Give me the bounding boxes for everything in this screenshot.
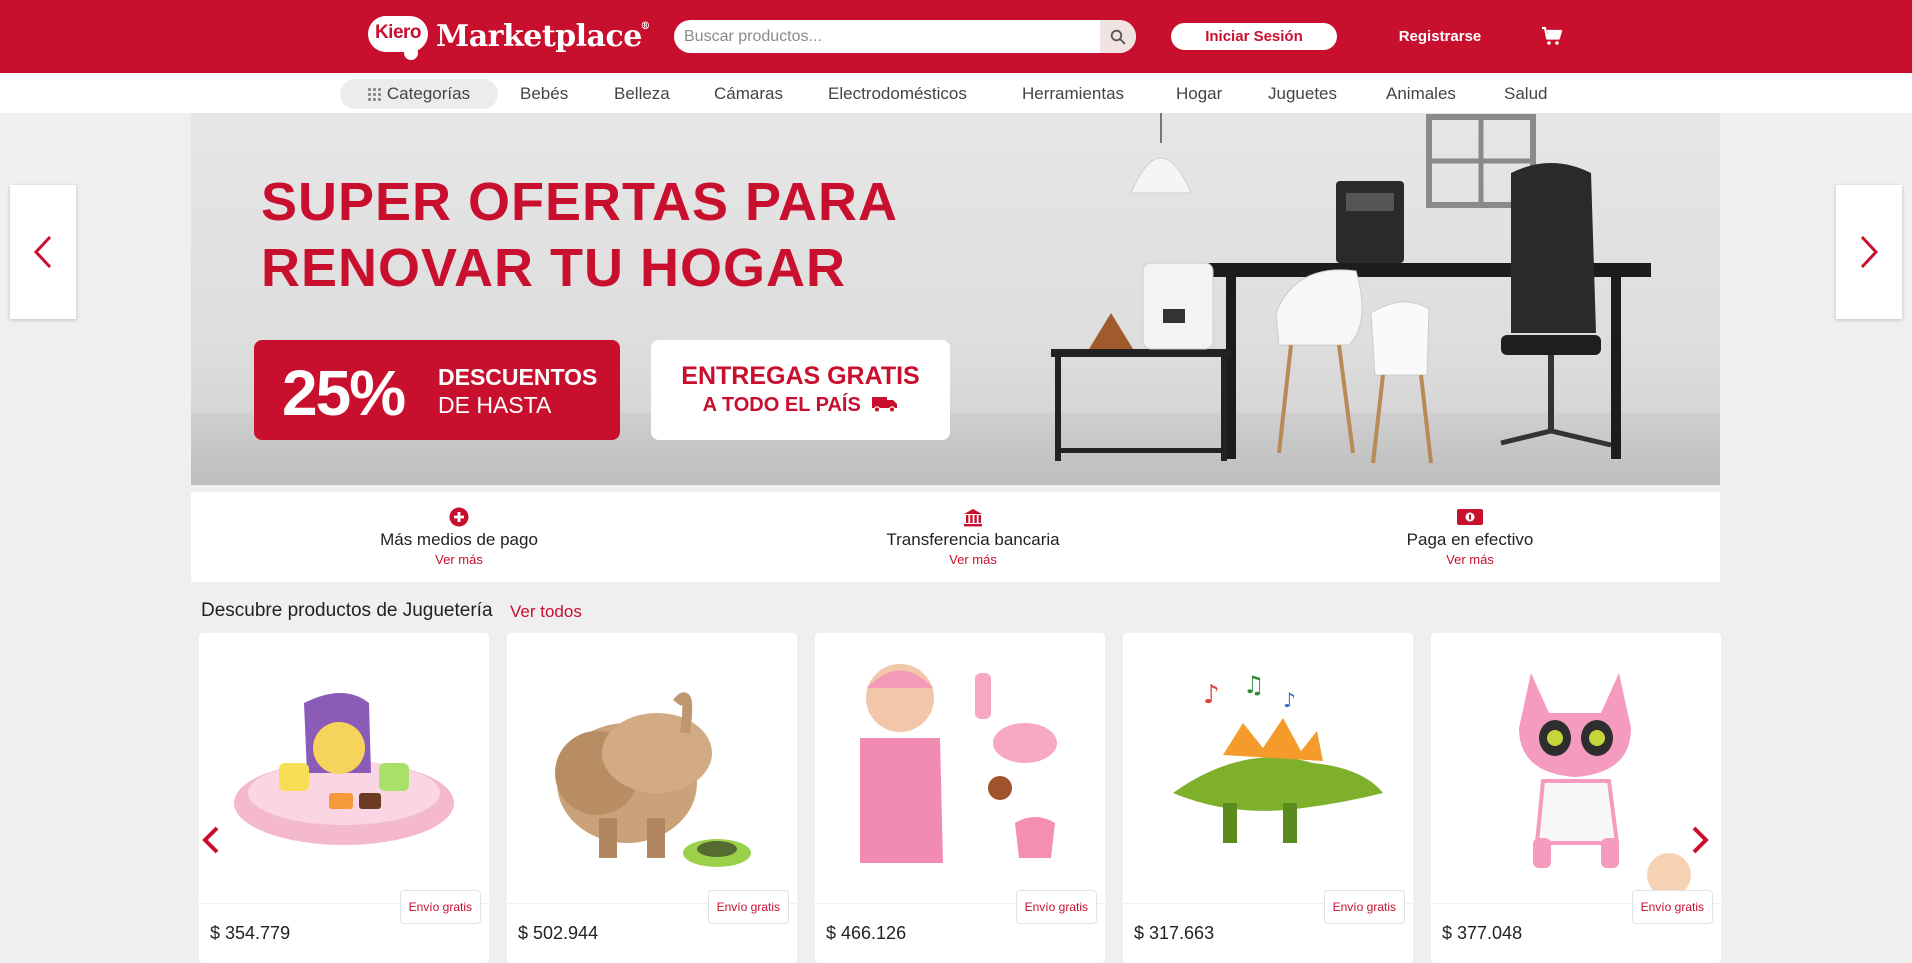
see-more-link[interactable]: Ver más [823, 552, 1123, 567]
product-image [234, 693, 454, 845]
chevron-right-icon [1860, 235, 1879, 269]
payment-options: Más medios de pago Ver más Transferencia… [191, 492, 1720, 582]
svg-text:♫: ♫ [1243, 671, 1265, 699]
product-card[interactable]: Envío gratis $ 377.048 [1431, 633, 1721, 963]
products-next-button[interactable] [1688, 822, 1712, 858]
product-image [555, 692, 751, 867]
bank-icon [964, 509, 982, 527]
discount-badge: 25% DESCUENTOS DE HASTA [254, 340, 620, 440]
nav-link-animales[interactable]: Animales [1386, 84, 1456, 104]
see-all-link[interactable]: Ver todos [510, 602, 582, 622]
cash-icon [1457, 509, 1483, 525]
kiero-marketplace-logo[interactable]: Kiero Marketplace ® [368, 12, 650, 60]
product-card[interactable]: Envío gratis $ 502.944 [507, 633, 797, 963]
category-nav: Categorías Bebés Belleza Cámaras Electro… [0, 73, 1912, 113]
product-card[interactable]: Envío gratis $ 466.126 [815, 633, 1105, 963]
svg-text:♪: ♪ [1203, 680, 1220, 710]
product-image [1519, 673, 1691, 897]
search-icon [1110, 29, 1126, 44]
product-price: $ 354.779 [210, 923, 291, 943]
see-more-link[interactable]: Ver más [1320, 552, 1620, 567]
payment-bank-transfer[interactable]: Transferencia bancaria Ver más [823, 506, 1123, 567]
top-header: Kiero Marketplace® Iniciar Sesión Regist… [0, 0, 1912, 73]
logo-text: Marketplace ® [436, 18, 650, 54]
section-title: Descubre productos de Juguetería [201, 600, 493, 621]
search-input[interactable] [674, 20, 1104, 53]
categories-button[interactable]: Categorías [340, 79, 498, 109]
free-shipping-tag: Envío gratis [1631, 890, 1713, 924]
hero-banner[interactable]: SUPER OFERTAS PARA RENOVAR TU HOGAR 25% … [191, 113, 1720, 485]
payment-more-methods[interactable]: Más medios de pago Ver más [309, 506, 609, 567]
hero-next-button[interactable] [1836, 185, 1902, 319]
product-price: $ 502.944 [518, 923, 599, 943]
products-prev-button[interactable] [199, 822, 223, 858]
hero-title: SUPER OFERTAS PARA RENOVAR TU HOGAR [261, 172, 899, 298]
nav-link-belleza[interactable]: Belleza [614, 84, 670, 104]
cart-icon[interactable] [1540, 24, 1564, 48]
search-button[interactable] [1100, 20, 1136, 53]
search-bar [674, 20, 1136, 53]
furniture-illustration [1051, 113, 1651, 464]
login-button[interactable]: Iniciar Sesión [1171, 23, 1337, 50]
see-more-link[interactable]: Ver más [309, 552, 609, 567]
product-price: $ 317.663 [1134, 923, 1215, 943]
chevron-left-icon [202, 826, 219, 854]
product-price: $ 466.126 [826, 923, 907, 943]
nav-link-salud[interactable]: Salud [1504, 84, 1547, 104]
chevron-right-icon [1692, 826, 1709, 854]
free-shipping-tag: Envío gratis [1015, 890, 1097, 924]
free-shipping-badge: ENTREGAS GRATIS A TODO EL PAÍS [651, 340, 950, 440]
nav-link-camaras[interactable]: Cámaras [714, 84, 783, 104]
kiero-logo-badge: Kiero [368, 14, 428, 60]
free-shipping-tag: Envío gratis [707, 890, 789, 924]
chevron-left-icon [33, 235, 52, 269]
product-card[interactable]: Envío gratis $ 354.779 [199, 633, 489, 963]
payment-cash[interactable]: Paga en efectivo Ver más [1320, 506, 1620, 567]
free-shipping-tag: Envío gratis [399, 890, 481, 924]
hero-prev-button[interactable] [10, 185, 76, 319]
product-image [860, 664, 1057, 863]
nav-link-bebes[interactable]: Bebés [520, 84, 568, 104]
product-image: ♪ ♫ ♪ [1173, 671, 1383, 843]
nav-link-electrodomesticos[interactable]: Electrodomésticos [828, 84, 967, 104]
product-card[interactable]: ♪ ♫ ♪ Envío gratis $ 317.663 [1123, 633, 1413, 963]
nav-link-herramientas[interactable]: Herramientas [1022, 84, 1124, 104]
plus-circle-icon [449, 507, 469, 527]
nav-link-hogar[interactable]: Hogar [1176, 84, 1222, 104]
register-button[interactable]: Registrarse [1398, 23, 1482, 50]
svg-text:♪: ♪ [1283, 688, 1296, 712]
truck-icon [872, 397, 898, 413]
nav-link-juguetes[interactable]: Juguetes [1268, 84, 1337, 104]
free-shipping-tag: Envío gratis [1323, 890, 1405, 924]
product-price: $ 377.048 [1442, 923, 1523, 943]
grid-icon [367, 87, 381, 101]
